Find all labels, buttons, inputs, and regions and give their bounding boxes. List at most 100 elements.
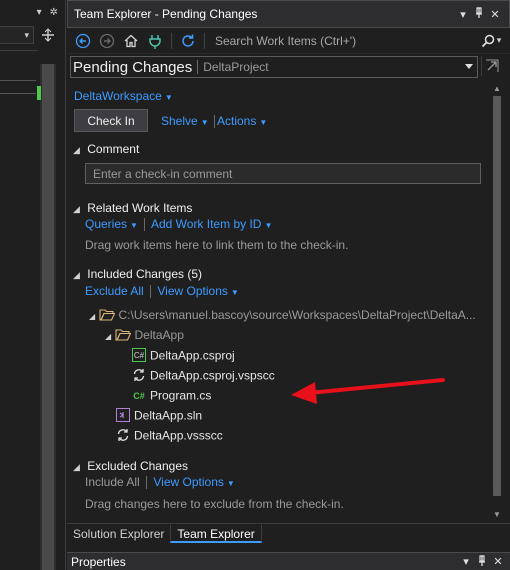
tree-file-item[interactable]: C# Program.cs — [132, 388, 211, 405]
tab-team-explorer[interactable]: Team Explorer — [170, 524, 262, 543]
tree-file-item[interactable]: DeltaApp.csproj.vspscc — [132, 368, 275, 385]
file-name: DeltaApp.vssscc — [134, 428, 223, 443]
editor-dropdown-icon[interactable]: ▾ — [37, 7, 42, 18]
divider — [0, 50, 38, 51]
change-marker — [37, 86, 41, 100]
scroll-down-icon[interactable]: ▼ — [492, 510, 502, 519]
csharp-file-icon: C# — [132, 388, 146, 405]
view-options-label: View Options — [157, 284, 228, 298]
shelve-menu[interactable]: Shelve ▼ — [161, 114, 209, 128]
actions-label: Actions — [217, 114, 257, 128]
annotation-arrow — [291, 378, 445, 404]
file-name: DeltaApp.csproj — [150, 348, 235, 363]
collapse-triangle-icon: ◢ — [73, 145, 80, 155]
include-all-link[interactable]: Include All — [85, 475, 140, 489]
chevron-down-icon: ▼ — [164, 93, 173, 102]
divider — [197, 60, 199, 74]
divider — [214, 115, 215, 128]
refresh-icon[interactable] — [178, 31, 198, 51]
properties-title: Properties — [71, 554, 126, 569]
source-control-binding-icon — [116, 428, 130, 445]
file-name: Program.cs — [150, 388, 212, 403]
editor-topbar: ▾ ✲ — [0, 0, 66, 24]
window-menu-dropdown-icon[interactable]: ▾ — [458, 555, 474, 568]
file-name: DeltaApp.sln — [134, 408, 203, 423]
folder-open-icon — [98, 308, 115, 324]
svg-text:C#: C# — [133, 391, 145, 401]
pin-icon[interactable] — [474, 554, 490, 569]
connect-icon[interactable] — [145, 31, 165, 51]
workspace-label: DeltaWorkspace — [74, 89, 162, 103]
actions-menu[interactable]: Actions ▼ — [217, 114, 267, 128]
scrollbar-thumb[interactable] — [493, 96, 501, 496]
root-folder-path: C:\Users\manuel.bascoy\source\Workspaces… — [118, 308, 476, 323]
related-work-items-header[interactable]: ◢ Related Work Items — [73, 201, 192, 215]
view-options-menu[interactable]: View Options ▼ — [157, 284, 238, 298]
pin-icon[interactable] — [471, 7, 487, 21]
project-name: DeltaProject — [203, 60, 269, 74]
team-explorer-toolbar: Search Work Items (Ctrl+') ▾ — [67, 28, 510, 54]
search-icon[interactable]: ▾ — [478, 34, 504, 48]
panel-title: Team Explorer - Pending Changes — [74, 7, 258, 21]
included-links: Exclude All View Options ▼ — [85, 284, 239, 299]
expand-triangle-icon[interactable]: ◢ — [105, 332, 111, 341]
tree-root-folder[interactable]: ◢ C:\Users\manuel.bascoy\source\Workspac… — [89, 308, 476, 324]
window-menu-dropdown-icon[interactable]: ▾ — [455, 8, 471, 21]
tree-folder-deltaapp[interactable]: ◢ DeltaApp — [105, 328, 184, 344]
editor-nav-dropdown[interactable]: ▾ — [0, 26, 34, 44]
workspace-selector[interactable]: DeltaWorkspace ▼ — [74, 89, 173, 103]
back-icon[interactable] — [73, 31, 93, 51]
split-editor-icon[interactable] — [38, 26, 58, 44]
chevron-down-icon: ▼ — [230, 288, 239, 297]
excluded-changes-header[interactable]: ◢ Excluded Changes — [73, 459, 188, 473]
source-control-binding-icon — [132, 368, 146, 385]
home-icon[interactable] — [121, 31, 141, 51]
search-work-items-input[interactable]: Search Work Items (Ctrl+') ▾ — [211, 29, 504, 52]
chevron-down-icon[interactable] — [465, 62, 473, 72]
check-in-comment-input[interactable]: Enter a check-in comment — [85, 163, 481, 184]
page-header-selector[interactable]: Pending Changes DeltaProject — [70, 56, 478, 78]
comment-section-header[interactable]: ◢ Comment — [73, 142, 139, 156]
divider — [150, 285, 152, 299]
tree-file-item[interactable]: DeltaApp.sln — [116, 408, 202, 425]
panel-titlebar: Team Explorer - Pending Changes ▾ ✕ — [67, 0, 510, 28]
queries-label: Queries — [85, 217, 128, 231]
divider — [146, 476, 148, 490]
solution-file-icon — [116, 408, 130, 425]
tree-file-item[interactable]: C# DeltaApp.csproj — [132, 348, 235, 365]
included-changes-header[interactable]: ◢ Included Changes (5) — [73, 267, 202, 281]
check-in-button[interactable]: Check In — [74, 109, 148, 132]
open-in-window-icon[interactable] — [481, 56, 501, 76]
chevron-down-icon: ▾ — [24, 29, 29, 40]
chevron-down-icon: ▼ — [200, 118, 209, 127]
queries-menu[interactable]: Queries ▼ — [85, 217, 138, 231]
forward-icon[interactable] — [97, 31, 117, 51]
folder-name: DeltaApp — [134, 328, 184, 343]
exclude-all-link[interactable]: Exclude All — [85, 284, 144, 298]
file-name: DeltaApp.csproj.vspscc — [150, 368, 275, 383]
pending-changes-content: DeltaWorkspace ▼ Check In Shelve ▼ Actions… — [67, 82, 487, 522]
excluded-hint: Drag changes here to exclude from the ch… — [85, 497, 344, 511]
close-icon[interactable]: ✕ — [487, 8, 503, 21]
add-work-item-menu[interactable]: Add Work Item by ID ▼ — [151, 217, 272, 231]
excluded-changes-heading: Excluded Changes — [87, 459, 188, 473]
divider — [144, 218, 146, 232]
collapse-triangle-icon: ◢ — [73, 462, 80, 472]
editor-scrollbar-thumb[interactable] — [42, 64, 54, 570]
shelve-label: Shelve — [161, 114, 198, 128]
toolbar-separator — [204, 32, 205, 49]
tree-file-item[interactable]: DeltaApp.vssscc — [116, 428, 223, 445]
related-work-items-heading: Related Work Items — [87, 201, 193, 215]
editor-strip: ▾ ✲ ▾ — [0, 0, 66, 570]
gear-icon[interactable]: ✲ — [50, 7, 58, 18]
tab-solution-explorer[interactable]: Solution Explorer — [67, 524, 170, 543]
chevron-down-icon: ▼ — [226, 479, 235, 488]
expand-triangle-icon[interactable]: ◢ — [89, 312, 95, 321]
folder-open-icon — [114, 328, 131, 344]
close-icon[interactable]: ✕ — [490, 555, 506, 568]
panel-scrollbar[interactable]: ▲ ▼ — [490, 82, 504, 522]
search-dropdown-icon[interactable]: ▾ — [497, 35, 502, 46]
scroll-up-icon[interactable]: ▲ — [492, 84, 502, 93]
view-options-menu[interactable]: View Options ▼ — [153, 475, 234, 489]
collapse-triangle-icon: ◢ — [73, 204, 80, 214]
